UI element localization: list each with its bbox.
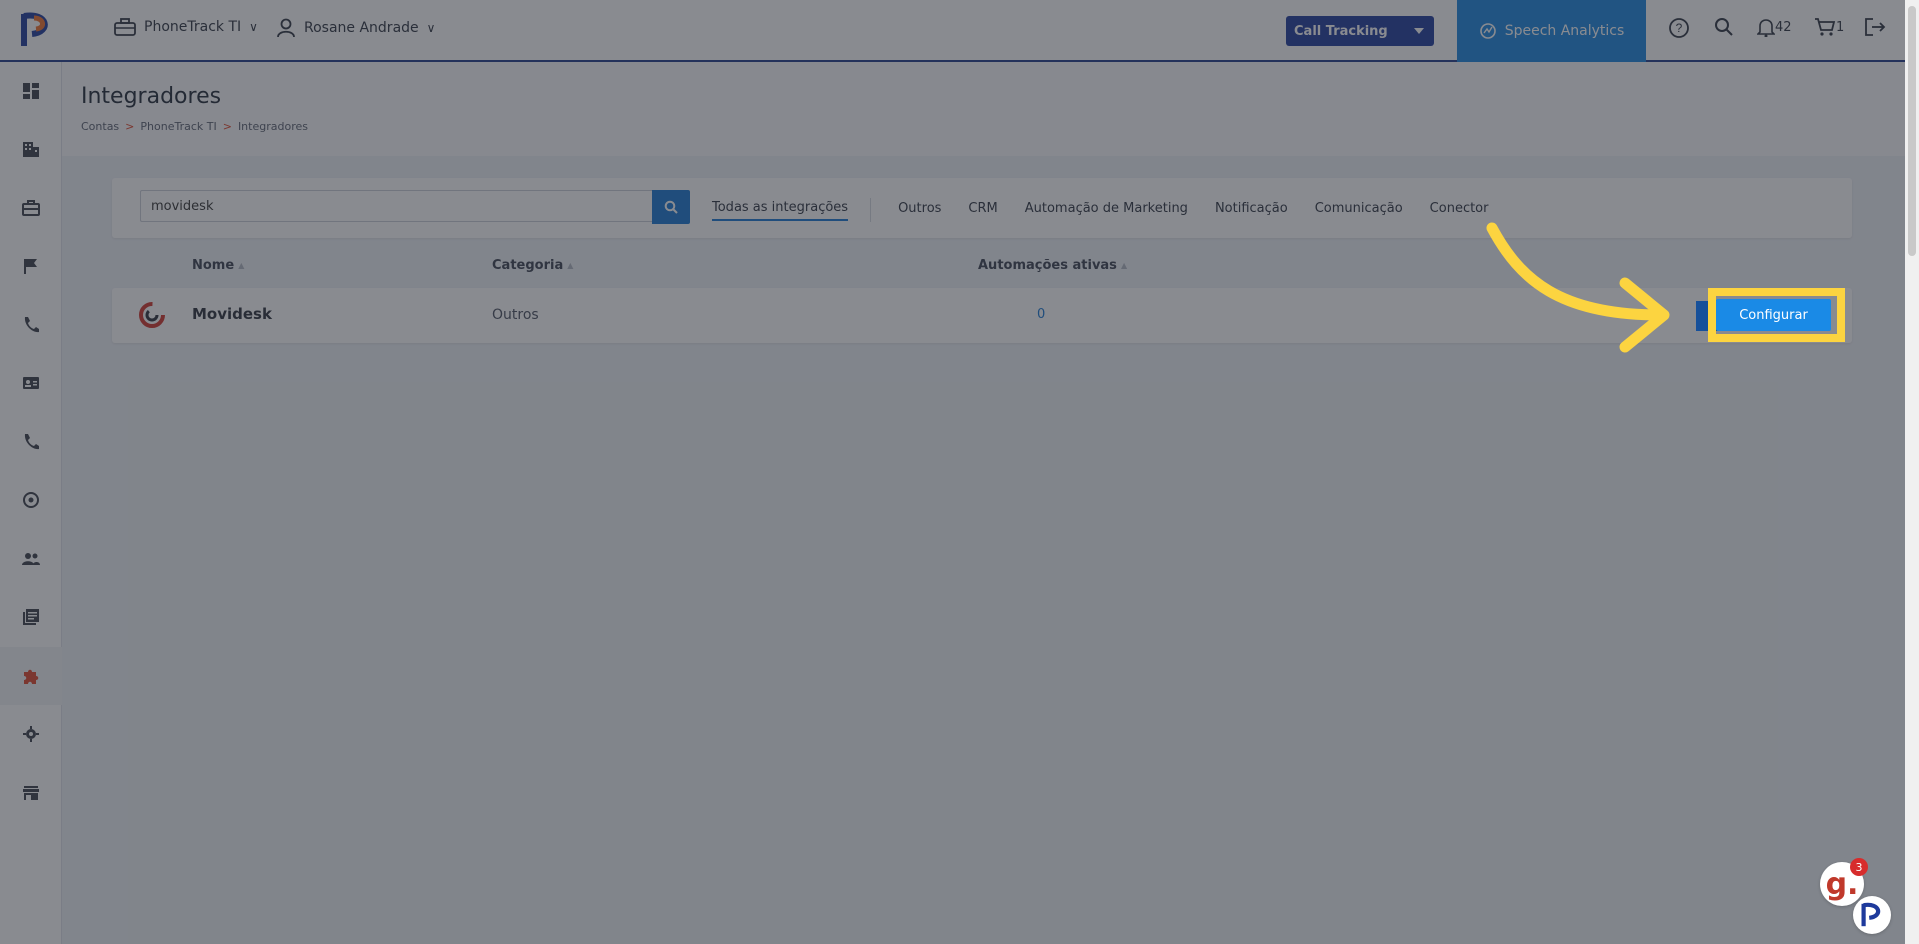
breadcrumb-item-account[interactable]: PhoneTrack TI (140, 120, 216, 133)
sidebar-item-dashboard[interactable] (0, 62, 62, 120)
column-header-name[interactable]: Nome ▲ (192, 258, 244, 273)
tab-divider (870, 198, 872, 222)
sidebar-item-company[interactable] (0, 120, 62, 178)
sidebar (0, 62, 62, 944)
speech-analytics-label: Speech Analytics (1504, 23, 1625, 39)
sidebar-item-settings[interactable] (0, 705, 62, 763)
user-icon (277, 18, 295, 38)
integration-category: Outros (492, 307, 539, 323)
sidebar-item-phone-numbers[interactable] (0, 413, 62, 471)
sidebar-item-store[interactable] (0, 764, 62, 822)
movidesk-logo (139, 302, 165, 328)
sort-icon: ▲ (238, 261, 245, 270)
breadcrumb-item-contas[interactable]: Contas (81, 120, 119, 133)
contact-card-icon (23, 377, 39, 389)
sort-icon: ▲ (567, 261, 574, 270)
page-scrollbar[interactable] (1905, 0, 1919, 944)
sidebar-item-accounts[interactable] (0, 179, 62, 237)
chevron-down-icon: ∨ (426, 21, 436, 35)
sidebar-item-reports[interactable] (0, 588, 62, 646)
breadcrumb-item-current: Integradores (237, 120, 308, 133)
phone-icon (24, 434, 39, 450)
target-icon (23, 492, 39, 508)
integration-name: Movidesk (192, 305, 272, 323)
user-name: Rosane Andrade (304, 20, 419, 36)
integration-automations-count[interactable]: 0 (1037, 307, 1045, 322)
column-header-automations-label: Automações ativas (978, 258, 1117, 273)
configure-button-highlighted[interactable]: Configurar (1716, 299, 1831, 331)
notifications-button[interactable]: 42 (1757, 17, 1792, 37)
sidebar-item-campaigns[interactable] (0, 237, 62, 295)
caret-down-icon (1414, 28, 1424, 34)
svg-text:?: ? (1676, 21, 1683, 35)
users-icon (22, 553, 40, 565)
sidebar-item-contacts[interactable] (0, 354, 62, 412)
gear-icon (23, 726, 39, 742)
tab-outros[interactable]: Outros (898, 201, 941, 220)
product-select[interactable]: Call Tracking (1286, 16, 1434, 46)
speech-analytics-icon (1479, 23, 1496, 39)
sidebar-item-users[interactable] (0, 530, 62, 588)
column-header-automations[interactable]: Automações ativas ▲ (978, 258, 1127, 273)
search-icon (1715, 18, 1733, 36)
speech-analytics-button[interactable]: Speech Analytics (1457, 0, 1646, 62)
column-header-category[interactable]: Categoria ▲ (492, 258, 573, 273)
sidebar-item-integrations[interactable] (0, 647, 62, 705)
tab-marketing-automation[interactable]: Automação de Marketing (1025, 201, 1188, 220)
tab-notification[interactable]: Notificação (1215, 201, 1288, 220)
company-switcher[interactable]: PhoneTrack TI ∨ (114, 18, 258, 36)
building-icon (23, 142, 39, 157)
page-title: Integradores (81, 84, 222, 109)
search-input[interactable]: movidesk (140, 190, 652, 222)
tutorial-arrow-icon (1486, 222, 1670, 353)
tab-communication[interactable]: Comunicação (1315, 201, 1403, 220)
puzzle-icon (24, 669, 39, 684)
library-icon (23, 609, 39, 625)
column-header-category-label: Categoria (492, 258, 564, 273)
chevron-down-icon: ∨ (249, 20, 258, 34)
scrollbar-thumb[interactable] (1908, 6, 1916, 256)
tab-connector[interactable]: Conector (1430, 201, 1489, 220)
tab-all-integrations[interactable]: Todas as integrações (712, 200, 849, 221)
sort-icon: ▲ (1120, 261, 1128, 270)
cart-button[interactable]: 1 (1814, 17, 1844, 37)
help-icon: ? (1669, 18, 1689, 38)
breadcrumb-separator: > (125, 120, 135, 133)
product-select-value: Call Tracking (1294, 23, 1388, 39)
global-search-button[interactable] (1714, 17, 1734, 37)
bell-icon (1757, 19, 1775, 37)
briefcase-icon (114, 18, 136, 36)
dashboard-icon (23, 83, 39, 99)
company-name: PhoneTrack TI (144, 19, 242, 35)
phone-icon (24, 317, 39, 333)
page-header: Integradores Contas > PhoneTrack TI > In… (62, 62, 1919, 156)
logout-button[interactable] (1864, 17, 1886, 37)
notifications-count: 42 (1775, 19, 1792, 35)
category-tabs: Todas as integrações Outros CRM Automaçã… (712, 198, 1515, 222)
breadcrumb: Contas > PhoneTrack TI > Integradores (81, 120, 308, 133)
top-navigation-bar: PhoneTrack TI ∨ Rosane Andrade ∨ Call Tr… (0, 0, 1919, 62)
chat-widget-badge: 3 (1850, 858, 1868, 876)
logout-icon (1865, 18, 1886, 36)
search-icon (664, 200, 678, 214)
user-menu[interactable]: Rosane Andrade ∨ (276, 18, 435, 38)
sidebar-item-tracking[interactable] (0, 471, 62, 529)
flag-icon (24, 259, 37, 274)
tab-crm[interactable]: CRM (968, 201, 997, 220)
phonetrack-help-widget[interactable] (1853, 896, 1891, 934)
search-button[interactable] (652, 190, 690, 224)
column-header-name-label: Nome (192, 258, 235, 273)
cart-count: 1 (1836, 19, 1845, 35)
help-button[interactable]: ? (1668, 17, 1690, 39)
breadcrumb-separator: > (222, 120, 232, 133)
sidebar-item-calls[interactable] (0, 296, 62, 354)
store-icon (23, 786, 39, 800)
cart-icon (1815, 18, 1836, 36)
phonetrack-logo[interactable] (18, 10, 54, 50)
phonetrack-logo-icon (1861, 902, 1881, 927)
briefcase-icon (22, 200, 40, 216)
